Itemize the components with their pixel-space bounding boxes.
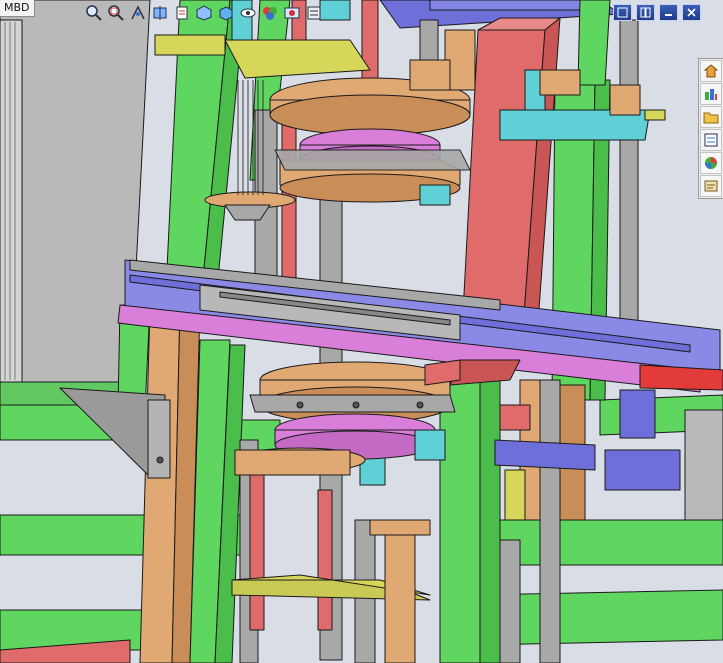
document-window-controls xyxy=(613,4,701,21)
mbd-tab[interactable]: MBD xyxy=(0,0,35,17)
edit-appearance-icon[interactable] xyxy=(260,3,280,23)
heads-up-view-toolbar xyxy=(84,2,324,24)
solidworks-resources-icon[interactable] xyxy=(700,60,722,82)
appearances-icon[interactable] xyxy=(700,152,722,174)
view-orientation-icon[interactable] xyxy=(194,3,214,23)
custom-properties-icon[interactable] xyxy=(700,175,722,197)
design-library-icon[interactable] xyxy=(700,83,722,105)
zoom-to-area-icon[interactable] xyxy=(106,3,126,23)
cad-assembly-model[interactable] xyxy=(0,0,723,663)
zoom-to-fit-icon[interactable] xyxy=(84,3,104,23)
view-settings-icon[interactable] xyxy=(304,3,324,23)
file-explorer-icon[interactable] xyxy=(700,106,722,128)
graphics-area[interactable]: MBD xyxy=(0,0,723,663)
apply-scene-icon[interactable] xyxy=(282,3,302,23)
tile-icon[interactable] xyxy=(636,4,655,21)
task-pane-tabs xyxy=(698,58,723,199)
hide-show-items-icon[interactable] xyxy=(238,3,258,23)
previous-view-icon[interactable] xyxy=(128,3,148,23)
close-icon[interactable] xyxy=(682,4,701,21)
restore-icon[interactable] xyxy=(613,4,632,21)
minimize-icon[interactable] xyxy=(659,4,678,21)
section-view-icon[interactable] xyxy=(150,3,170,23)
display-style-icon[interactable] xyxy=(216,3,236,23)
dynamic-annotation-icon[interactable] xyxy=(172,3,192,23)
view-palette-icon[interactable] xyxy=(700,129,722,151)
